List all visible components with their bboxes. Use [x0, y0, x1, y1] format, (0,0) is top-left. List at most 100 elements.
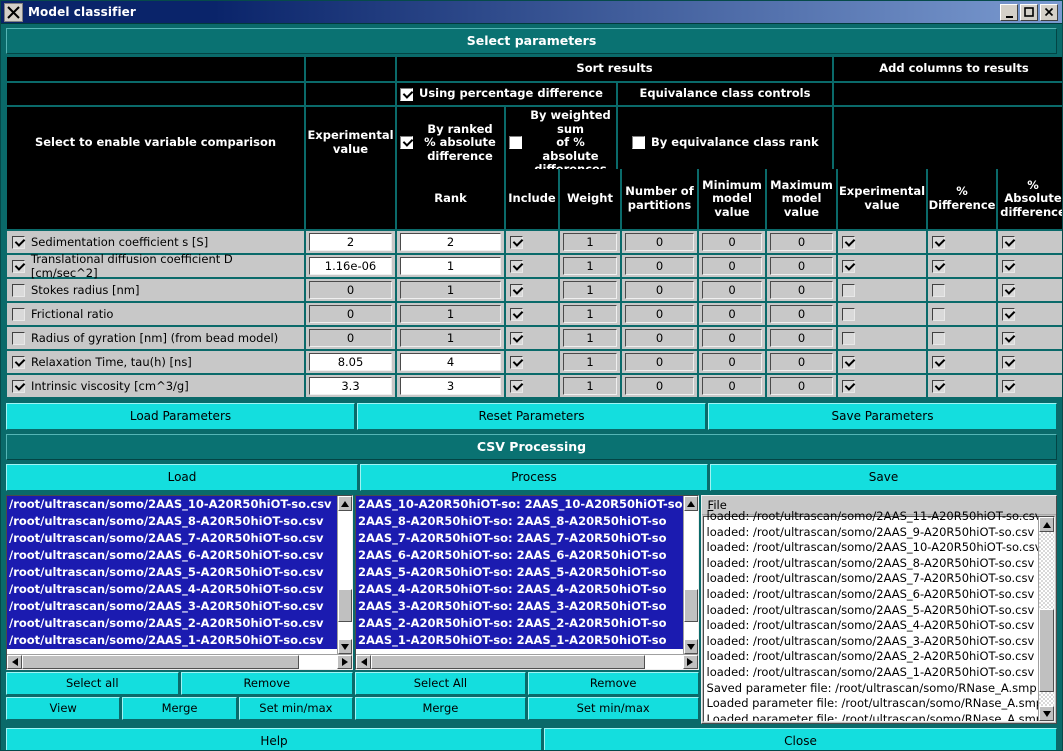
process-list-horizontal-scrollbar[interactable]: [356, 654, 698, 669]
load-scroll-thumb[interactable]: [338, 589, 352, 622]
include-checkbox-cell[interactable]: [506, 375, 558, 397]
min-model-value-input[interactable]: 0: [702, 233, 762, 251]
load-list-item[interactable]: /root/ultrascan/somo/2AAS_1-A20R50hiOT-s…: [7, 632, 337, 649]
load-list-item[interactable]: /root/ultrascan/somo/2AAS_8-A20R50hiOT-s…: [7, 513, 337, 530]
partitions-input[interactable]: 0: [625, 257, 694, 275]
load-list-horizontal-scrollbar[interactable]: [7, 654, 352, 669]
include-checkbox-cell[interactable]: [506, 255, 558, 277]
include-checkbox-cell[interactable]: [506, 351, 558, 373]
rank-input[interactable]: 1: [400, 329, 501, 347]
load-merge-button[interactable]: Merge: [122, 697, 236, 720]
load-list-item[interactable]: /root/ultrascan/somo/2AAS_2-A20R50hiOT-s…: [7, 615, 337, 632]
add-experimental-value-checkbox-cell[interactable]: [838, 303, 926, 325]
rank-input[interactable]: 3: [400, 377, 501, 395]
load-hscroll-left-arrow[interactable]: [7, 655, 22, 669]
load-view-button[interactable]: View: [6, 697, 120, 720]
by-weighted-sum-checkbox[interactable]: [509, 136, 522, 149]
by-ranked-checkbox[interactable]: [400, 136, 413, 149]
process-scroll-track[interactable]: [684, 511, 698, 639]
load-listbox[interactable]: /root/ultrascan/somo/2AAS_10-A20R50hiOT-…: [6, 495, 353, 670]
row-enable-cell[interactable]: Intrinsic viscosity [cm^3/g]: [7, 375, 304, 397]
add-pct-difference-checkbox-cell[interactable]: [928, 327, 996, 349]
max-model-value-input[interactable]: 0: [770, 353, 833, 371]
log-textbox[interactable]: loaded: /root/ultrascan/somo/2AAS_11-A20…: [703, 516, 1055, 722]
include-checkbox-cell[interactable]: [506, 279, 558, 301]
experimental-value-input[interactable]: 2: [309, 233, 392, 251]
add-pct-difference-checkbox-cell[interactable]: [928, 231, 996, 253]
close-button-footer[interactable]: Close: [544, 728, 1057, 750]
rank-input[interactable]: 1: [400, 281, 501, 299]
by-equivalence-class-rank-checkbox[interactable]: [632, 136, 645, 149]
process-list-item[interactable]: 2AAS_10-A20R50hiOT-so: 2AAS_10-A20R50hiO…: [356, 496, 683, 513]
process-list-item[interactable]: 2AAS_7-A20R50hiOT-so: 2AAS_7-A20R50hiOT-…: [356, 530, 683, 547]
include-checkbox-cell[interactable]: [506, 231, 558, 253]
row-enable-cell[interactable]: Sedimentation coefficient s [S]: [7, 231, 304, 253]
add-experimental-value-checkbox-cell[interactable]: [838, 375, 926, 397]
process-merge-button[interactable]: Merge: [355, 697, 526, 720]
process-listbox[interactable]: 2AAS_10-A20R50hiOT-so: 2AAS_10-A20R50hiO…: [355, 495, 699, 670]
partitions-input[interactable]: 0: [625, 305, 694, 323]
csv-load-button[interactable]: Load: [6, 464, 358, 491]
add-pct-absolute-difference-checkbox-cell[interactable]: [998, 375, 1062, 397]
add-experimental-value-checkbox-cell[interactable]: [838, 327, 926, 349]
load-remove-button[interactable]: Remove: [181, 672, 354, 695]
minimize-button[interactable]: [1000, 4, 1018, 21]
row-enable-cell[interactable]: Stokes radius [nm]: [7, 279, 304, 301]
add-pct-difference-checkbox-cell[interactable]: [928, 303, 996, 325]
experimental-value-input[interactable]: 1.16e-06: [309, 257, 392, 275]
log-scroll-thumb[interactable]: [1039, 609, 1054, 693]
partitions-input[interactable]: 0: [625, 233, 694, 251]
log-scroll-up-arrow[interactable]: [1039, 517, 1054, 532]
experimental-value-input[interactable]: 0: [309, 329, 392, 347]
partitions-input[interactable]: 0: [625, 377, 694, 395]
weight-input[interactable]: 1: [563, 377, 617, 395]
load-hscroll-track[interactable]: [22, 655, 337, 669]
load-list-item[interactable]: /root/ultrascan/somo/2AAS_10-A20R50hiOT-…: [7, 496, 337, 513]
save-parameters-button[interactable]: Save Parameters: [708, 403, 1057, 430]
row-enable-cell[interactable]: Frictional ratio: [7, 303, 304, 325]
rank-input[interactable]: 1: [400, 305, 501, 323]
process-list-item[interactable]: 2AAS_4-A20R50hiOT-so: 2AAS_4-A20R50hiOT-…: [356, 581, 683, 598]
close-button[interactable]: [1040, 4, 1058, 21]
csv-process-button[interactable]: Process: [360, 464, 708, 491]
checkbox-using-percentage-difference[interactable]: Using percentage difference: [397, 83, 616, 105]
process-select-all-button[interactable]: Select All: [355, 672, 526, 695]
max-model-value-input[interactable]: 0: [770, 281, 833, 299]
process-list-item[interactable]: 2AAS_8-A20R50hiOT-so: 2AAS_8-A20R50hiOT-…: [356, 513, 683, 530]
process-remove-button[interactable]: Remove: [528, 672, 699, 695]
add-experimental-value-checkbox-cell[interactable]: [838, 279, 926, 301]
partitions-input[interactable]: 0: [625, 353, 694, 371]
load-list-items[interactable]: /root/ultrascan/somo/2AAS_10-A20R50hiOT-…: [7, 496, 337, 654]
load-hscroll-thumb[interactable]: [22, 655, 299, 669]
process-list-vertical-scrollbar[interactable]: [683, 496, 698, 654]
weight-input[interactable]: 1: [563, 305, 617, 323]
weight-input[interactable]: 1: [563, 353, 617, 371]
include-checkbox-cell[interactable]: [506, 327, 558, 349]
max-model-value-input[interactable]: 0: [770, 257, 833, 275]
log-vertical-scrollbar[interactable]: [1038, 517, 1054, 721]
log-scroll-track[interactable]: [1039, 532, 1054, 706]
add-pct-absolute-difference-checkbox-cell[interactable]: [998, 327, 1062, 349]
load-hscroll-right-arrow[interactable]: [337, 655, 352, 669]
min-model-value-input[interactable]: 0: [702, 305, 762, 323]
help-button[interactable]: Help: [6, 728, 542, 750]
rank-input[interactable]: 1: [400, 257, 501, 275]
max-model-value-input[interactable]: 0: [770, 329, 833, 347]
row-enable-cell[interactable]: Radius of gyration [nm] (from bead model…: [7, 327, 304, 349]
load-scroll-down-arrow[interactable]: [338, 639, 352, 654]
process-list-item[interactable]: 2AAS_2-A20R50hiOT-so: 2AAS_2-A20R50hiOT-…: [356, 615, 683, 632]
add-experimental-value-checkbox-cell[interactable]: [838, 255, 926, 277]
partitions-input[interactable]: 0: [625, 281, 694, 299]
weight-input[interactable]: 1: [563, 257, 617, 275]
process-hscroll-left-arrow[interactable]: [356, 655, 371, 669]
max-model-value-input[interactable]: 0: [770, 305, 833, 323]
add-pct-absolute-difference-checkbox-cell[interactable]: [998, 255, 1062, 277]
weight-input[interactable]: 1: [563, 233, 617, 251]
min-model-value-input[interactable]: 0: [702, 257, 762, 275]
process-scroll-thumb[interactable]: [684, 589, 698, 622]
experimental-value-input[interactable]: 0: [309, 281, 392, 299]
process-hscroll-track[interactable]: [371, 655, 683, 669]
process-scroll-down-arrow[interactable]: [684, 639, 698, 654]
add-pct-difference-checkbox-cell[interactable]: [928, 255, 996, 277]
process-hscroll-thumb[interactable]: [371, 655, 645, 669]
